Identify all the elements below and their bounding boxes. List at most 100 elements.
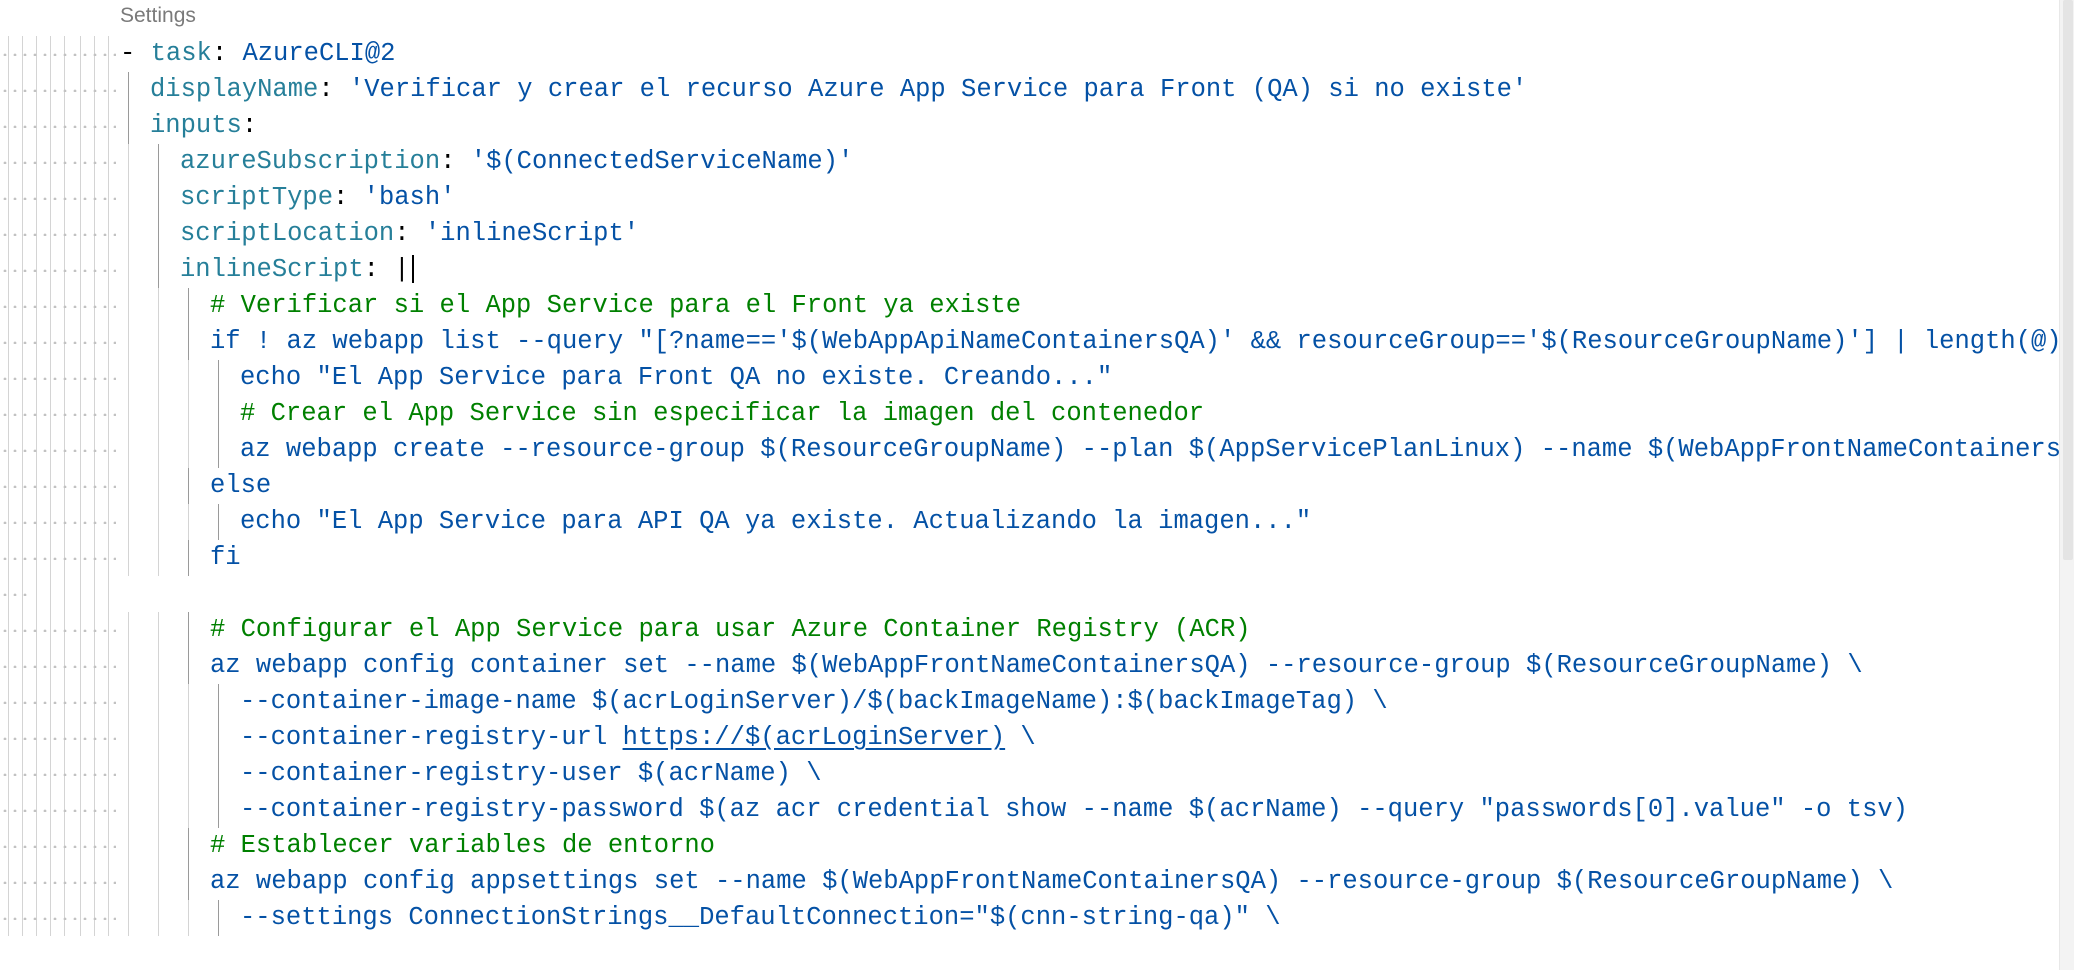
code-token: - bbox=[120, 39, 151, 68]
code-line-text: inputs: bbox=[150, 108, 257, 144]
code-line[interactable]: scriptType: 'bash' bbox=[0, 180, 2060, 216]
whitespace-dots bbox=[0, 89, 116, 92]
whitespace-dots bbox=[0, 845, 116, 848]
code-line[interactable]: az webapp config appsettings set --name … bbox=[0, 864, 2060, 900]
code-line-text: az webapp config appsettings set --name … bbox=[210, 864, 1893, 900]
code-line[interactable]: if ! az webapp list --query "[?name=='$(… bbox=[0, 324, 2074, 360]
code-line[interactable]: --container-image-name $(acrLoginServer)… bbox=[0, 684, 2060, 720]
code-token: echo "El App Service para Front QA no ex… bbox=[240, 363, 1113, 392]
whitespace-dots bbox=[0, 269, 116, 272]
code-line-text: --container-registry-user $(acrName) \ bbox=[240, 756, 822, 792]
code-line[interactable]: inlineScript: | bbox=[0, 252, 2060, 288]
code-token: : bbox=[211, 39, 243, 68]
code-token: inlineScript bbox=[180, 255, 364, 284]
code-line[interactable]: fi bbox=[0, 540, 2060, 576]
code-line[interactable]: --container-registry-url https://$(acrLo… bbox=[0, 720, 2060, 756]
whitespace-dots bbox=[0, 197, 116, 200]
code-token: : bbox=[241, 111, 258, 140]
whitespace-dots bbox=[0, 53, 116, 56]
code-line-text: if ! az webapp list --query "[?name=='$(… bbox=[210, 324, 2074, 360]
code-token: az webapp create --resource-group $(Reso… bbox=[240, 435, 2074, 464]
code-line-text: displayName: 'Verificar y crear el recur… bbox=[150, 72, 1527, 108]
code-line[interactable]: --container-registry-password $(az acr c… bbox=[0, 792, 2060, 828]
whitespace-dots bbox=[0, 665, 116, 668]
code-line[interactable]: inputs: bbox=[0, 108, 2060, 144]
code-token: 'Verificar y crear el recurso Azure App … bbox=[348, 75, 1528, 104]
code-line[interactable]: echo "El App Service para Front QA no ex… bbox=[0, 360, 2060, 396]
code-lines[interactable]: - task: AzureCLI@2 displayName: 'Verifica… bbox=[0, 36, 2074, 936]
code-line[interactable]: else bbox=[0, 468, 2060, 504]
code-token: inputs bbox=[150, 111, 242, 140]
code-line-text: --settings ConnectionStrings__DefaultCon… bbox=[240, 900, 1281, 936]
code-line-text: # Establecer variables de entorno bbox=[210, 828, 715, 864]
code-line-text: echo "El App Service para Front QA no ex… bbox=[240, 360, 1112, 396]
codelens-settings[interactable]: Settings bbox=[120, 2, 196, 30]
code-line[interactable]: scriptLocation: 'inlineScript' bbox=[0, 216, 2060, 252]
code-token: echo "El App Service para API QA ya exis… bbox=[240, 507, 1312, 536]
code-token: # Establecer variables de entorno bbox=[210, 831, 715, 860]
code-line-text: az webapp create --resource-group $(Reso… bbox=[240, 432, 2074, 468]
code-editor[interactable]: Settings - task: AzureCLI@2 displayName: … bbox=[0, 0, 2074, 970]
code-token: az webapp config appsettings set --name … bbox=[210, 867, 1894, 896]
code-token: else bbox=[210, 471, 272, 500]
code-token: | bbox=[394, 255, 410, 284]
code-line[interactable]: # Configurar el App Service para usar Az… bbox=[0, 612, 2060, 648]
code-link[interactable]: https://$(acrLoginServer) bbox=[623, 723, 1006, 752]
whitespace-dots bbox=[0, 917, 116, 920]
code-token: scriptType bbox=[180, 183, 334, 212]
code-token: --container-registry-url bbox=[240, 723, 623, 752]
whitespace-dots bbox=[0, 449, 116, 452]
code-line-text: az webapp config container set --name $(… bbox=[210, 648, 1863, 684]
code-token: fi bbox=[210, 543, 241, 572]
whitespace-dots bbox=[0, 701, 116, 704]
code-line[interactable] bbox=[0, 576, 2060, 612]
code-line[interactable]: echo "El App Service para API QA ya exis… bbox=[0, 504, 2060, 540]
code-line[interactable]: # Verificar si el App Service para el Fr… bbox=[0, 288, 2060, 324]
code-token: --settings ConnectionStrings__DefaultCon… bbox=[240, 903, 1281, 932]
whitespace-dots bbox=[0, 341, 116, 344]
code-line[interactable]: --container-registry-user $(acrName) \ bbox=[0, 756, 2060, 792]
code-line[interactable]: az webapp config container set --name $(… bbox=[0, 648, 2060, 684]
code-token: task bbox=[150, 39, 212, 68]
code-line[interactable]: --settings ConnectionStrings__DefaultCon… bbox=[0, 900, 2060, 936]
code-token: displayName bbox=[150, 75, 319, 104]
scrollbar-thumb[interactable] bbox=[2063, 0, 2073, 560]
code-line-text: --container-registry-password $(az acr c… bbox=[240, 792, 1908, 828]
vertical-scrollbar[interactable] bbox=[2059, 0, 2074, 970]
code-line-text: - task: AzureCLI@2 bbox=[120, 36, 395, 72]
code-token: AzureCLI@2 bbox=[242, 39, 396, 68]
code-token: --container-registry-password $(az acr c… bbox=[240, 795, 1908, 824]
code-token: : bbox=[394, 219, 425, 248]
code-line[interactable]: # Establecer variables de entorno bbox=[0, 828, 2060, 864]
code-token: 'bash' bbox=[363, 183, 456, 212]
code-token: scriptLocation bbox=[180, 219, 395, 248]
code-line-text: --container-registry-url https://$(acrLo… bbox=[240, 720, 1036, 756]
whitespace-dots bbox=[0, 881, 116, 884]
whitespace-dots bbox=[0, 557, 116, 560]
code-line[interactable]: - task: AzureCLI@2 bbox=[0, 36, 2060, 72]
code-token: --container-image-name $(acrLoginServer)… bbox=[240, 687, 1388, 716]
code-line-text: # Verificar si el App Service para el Fr… bbox=[210, 288, 1021, 324]
code-token: \ bbox=[1005, 723, 1036, 752]
whitespace-dots bbox=[0, 233, 116, 236]
code-line[interactable]: displayName: 'Verificar y crear el recur… bbox=[0, 72, 2060, 108]
code-line-text: echo "El App Service para API QA ya exis… bbox=[240, 504, 1311, 540]
code-line[interactable]: az webapp create --resource-group $(Reso… bbox=[0, 432, 2074, 468]
code-token: azureSubscription bbox=[180, 147, 441, 176]
code-line-text: inlineScript: | bbox=[180, 252, 414, 288]
code-token: : bbox=[333, 183, 364, 212]
code-line-text: azureSubscription: '$(ConnectedServiceNa… bbox=[180, 144, 853, 180]
code-line[interactable]: # Crear el App Service sin especificar l… bbox=[0, 396, 2060, 432]
text-cursor bbox=[411, 255, 414, 284]
whitespace-dots bbox=[0, 305, 116, 308]
code-token: : bbox=[363, 255, 395, 284]
code-token: '$(ConnectedServiceName)' bbox=[470, 147, 854, 176]
code-token: : bbox=[440, 147, 471, 176]
code-token: # Crear el App Service sin especificar l… bbox=[240, 399, 1205, 428]
code-token: az webapp config container set --name $(… bbox=[210, 651, 1863, 680]
code-token: # Verificar si el App Service para el Fr… bbox=[210, 291, 1022, 320]
code-token: : bbox=[318, 75, 349, 104]
code-line-text: # Crear el App Service sin especificar l… bbox=[240, 396, 1204, 432]
code-line[interactable]: azureSubscription: '$(ConnectedServiceNa… bbox=[0, 144, 2060, 180]
whitespace-dots bbox=[0, 737, 116, 740]
